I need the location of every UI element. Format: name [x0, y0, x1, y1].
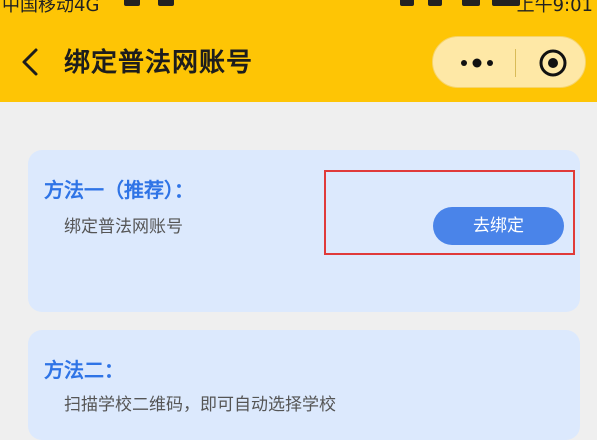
mini-program-capsule — [432, 36, 586, 88]
more-dots-icon — [461, 58, 493, 68]
image-icon — [158, 0, 174, 6]
vibrate-icon — [428, 0, 442, 6]
method-two-card: 方法二： 扫描学校二维码，即可自动选择学校 — [28, 330, 580, 440]
chevron-left-icon — [22, 48, 38, 76]
back-button[interactable] — [14, 44, 50, 80]
message-icon — [124, 0, 140, 6]
method-one-card: 方法一（推荐）： 绑定普法网账号 去绑定 — [28, 150, 580, 312]
status-carrier: 中国移动4G — [2, 0, 100, 16]
signal-icon — [462, 0, 480, 6]
more-button[interactable] — [447, 45, 507, 81]
status-time: 上午9:01 — [516, 0, 593, 16]
method-two-title: 方法二： — [44, 358, 124, 382]
header-bar: 中国移动4G 上午9:01 绑定普法网账号 — [0, 0, 597, 102]
method-two-description: 扫描学校二维码，即可自动选择学校 — [64, 395, 336, 415]
bind-account-button[interactable]: 去绑定 — [433, 207, 564, 245]
close-miniprogram-button[interactable] — [529, 45, 577, 81]
target-circle-icon — [539, 49, 567, 77]
capsule-divider — [515, 49, 516, 77]
wifi-icon — [400, 0, 414, 6]
page-title: 绑定普法网账号 — [64, 48, 254, 78]
method-one-description: 绑定普法网账号 — [64, 217, 183, 237]
method-one-title: 方法一（推荐）： — [44, 178, 194, 202]
